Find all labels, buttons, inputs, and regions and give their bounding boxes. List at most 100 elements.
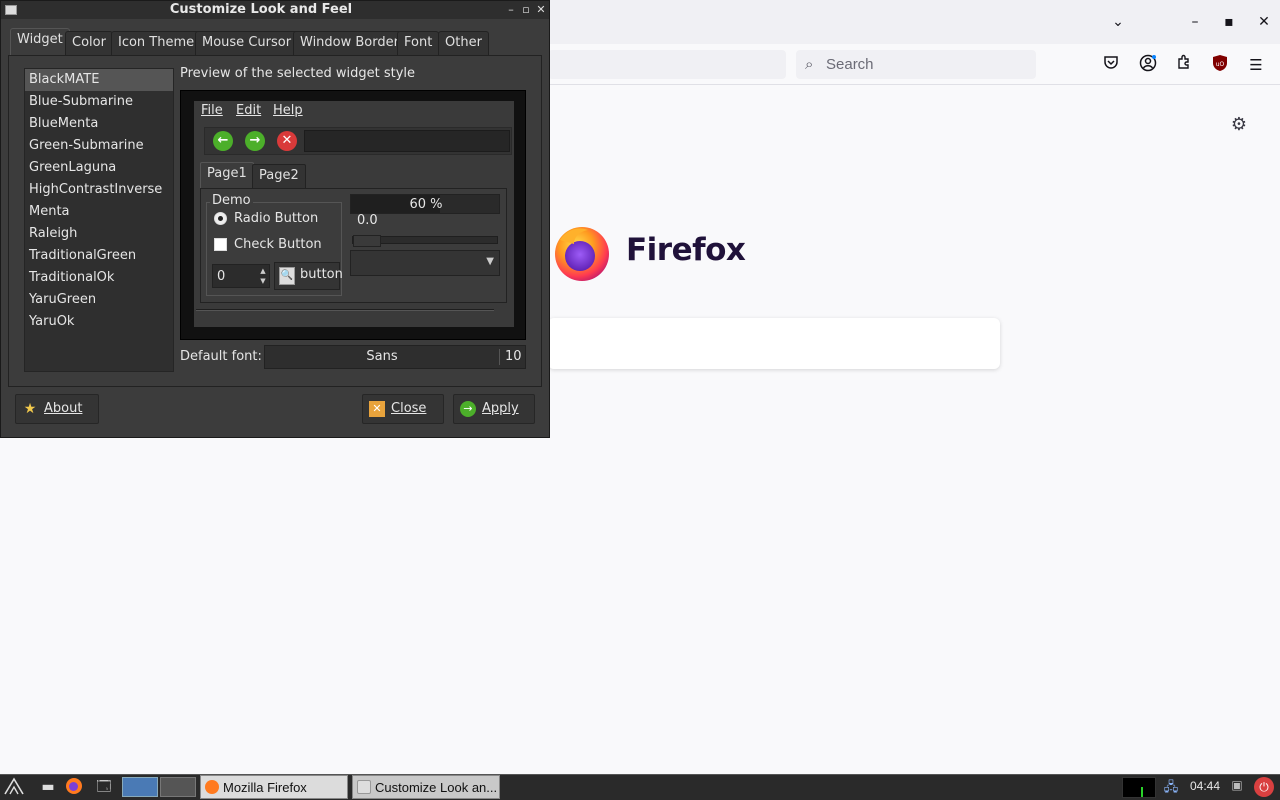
newtab-search-box[interactable] <box>548 318 1000 369</box>
workspace-1-icon[interactable] <box>122 777 158 797</box>
preview-scale-slider[interactable] <box>352 235 498 247</box>
preview-menu-file[interactable]: File <box>201 103 223 118</box>
preview-progress-text: 60 % <box>409 197 443 212</box>
theme-item-greenlaguna[interactable]: GreenLaguna <box>25 157 173 179</box>
firefox-launcher-icon[interactable] <box>64 777 84 797</box>
theme-item-blackmate[interactable]: BlackMATE <box>25 69 173 91</box>
theme-item-highcontrastinverse[interactable]: HighContrastInverse <box>25 179 173 201</box>
spin-up-icon[interactable]: ▲ <box>257 266 269 276</box>
minimize-button[interactable]: – <box>1183 12 1207 32</box>
tab-icon-theme[interactable]: Icon Theme <box>111 31 202 55</box>
preview-radio-button[interactable] <box>214 212 227 225</box>
forward-arrow-icon[interactable]: → <box>245 131 265 151</box>
svg-text:uO: uO <box>1216 61 1225 68</box>
dialog-window-icon <box>357 780 371 794</box>
apply-button[interactable]: → Apply <box>453 394 535 424</box>
preview-radio-label[interactable]: Radio Button <box>234 211 318 226</box>
preview-scale-value: 0.0 <box>357 213 378 228</box>
theme-item-green-submarine[interactable]: Green-Submarine <box>25 135 173 157</box>
theme-item-bluementa[interactable]: BlueMenta <box>25 113 173 135</box>
dialog-title: Customize Look and Feel <box>169 2 353 17</box>
font-name: Sans <box>366 349 398 364</box>
preview-demo-frame-label: Demo <box>210 193 253 208</box>
account-icon[interactable] <box>1137 54 1159 76</box>
tray-app-icon[interactable]: ▣ <box>1228 778 1246 796</box>
task-firefox-label: Mozilla Firefox <box>223 780 307 795</box>
preview-check-button[interactable] <box>214 238 227 251</box>
file-manager-icon[interactable]: 🗔 <box>94 777 114 797</box>
clock[interactable]: 04:44 <box>1190 779 1220 793</box>
close-button[interactable]: ✕ Close <box>362 394 444 424</box>
pocket-icon[interactable] <box>1100 54 1122 76</box>
theme-item-traditionalok[interactable]: TraditionalOk <box>25 267 173 289</box>
close-button-label: Close <box>391 401 427 416</box>
ublock-icon[interactable]: uO <box>1209 54 1231 76</box>
tab-font[interactable]: Font <box>397 31 440 55</box>
widget-theme-list[interactable]: BlackMATE Blue-Submarine BlueMenta Green… <box>24 68 174 372</box>
show-desktop-icon[interactable]: ▬ <box>38 777 58 797</box>
dialog-close-button[interactable]: ✕ <box>534 2 548 18</box>
preview-toolbar-entry[interactable] <box>304 130 510 152</box>
preview-tab-page1[interactable]: Page1 <box>200 162 254 189</box>
list-all-tabs-button[interactable]: ⌄ <box>1106 12 1130 32</box>
default-font-label: Default font: <box>180 349 262 364</box>
preview-button[interactable]: 🔍 button <box>274 262 343 290</box>
extensions-icon[interactable] <box>1173 54 1195 76</box>
theme-item-menta[interactable]: Menta <box>25 201 173 223</box>
cpu-monitor-graph[interactable] <box>1122 777 1156 798</box>
theme-item-yarugreen[interactable]: YaruGreen <box>25 289 173 311</box>
default-font-button[interactable]: Sans 10 <box>264 345 526 369</box>
tab-other[interactable]: Other <box>438 31 489 55</box>
close-window-button[interactable]: ✕ <box>1252 12 1276 32</box>
theme-item-yaruok[interactable]: YaruOk <box>25 311 173 333</box>
preview-button-label: button <box>300 267 343 282</box>
star-icon: ★ <box>23 401 37 417</box>
maximize-button[interactable]: ▪ <box>1217 12 1241 32</box>
tab-color[interactable]: Color <box>65 31 113 55</box>
firefox-wordmark: Firefox <box>626 232 746 268</box>
preview-scale-thumb[interactable] <box>353 235 381 247</box>
power-icon[interactable]: ⏻ <box>1254 777 1274 797</box>
url-bar[interactable] <box>548 50 786 79</box>
task-customize-look[interactable]: Customize Look an... <box>352 775 500 799</box>
preview-progress-bar: 60 % <box>350 194 500 214</box>
back-arrow-icon[interactable]: ← <box>213 131 233 151</box>
menu-icon[interactable]: ☰ <box>1245 54 1267 76</box>
close-icon: ✕ <box>369 401 385 417</box>
theme-item-raleigh[interactable]: Raleigh <box>25 223 173 245</box>
document-icon: 🔍 <box>279 267 295 285</box>
preview-menu-help[interactable]: Help <box>273 103 303 118</box>
workspace-2-icon[interactable] <box>160 777 196 797</box>
task-customize-look-label: Customize Look an... <box>375 780 498 795</box>
tab-widget[interactable]: Widget <box>10 28 70 56</box>
tab-mouse-cursor[interactable]: Mouse Cursor <box>195 31 299 55</box>
search-input[interactable] <box>826 54 1026 75</box>
font-size: 10 <box>505 349 522 364</box>
preview-spin-input[interactable] <box>217 267 253 285</box>
stop-icon[interactable]: ✕ <box>277 131 297 151</box>
search-icon: ⌕ <box>805 55 814 73</box>
preview-menu-edit[interactable]: Edit <box>236 103 261 118</box>
start-menu-icon[interactable] <box>4 777 24 797</box>
network-icon[interactable]: 🖧 <box>1160 778 1182 796</box>
apply-arrow-icon: → <box>460 401 476 417</box>
about-button[interactable]: ★ About <box>15 394 99 424</box>
search-bar[interactable]: ⌕ <box>796 50 1036 79</box>
theme-item-blue-submarine[interactable]: Blue-Submarine <box>25 91 173 113</box>
firefox-icon <box>205 780 219 794</box>
task-firefox[interactable]: Mozilla Firefox <box>200 775 348 799</box>
dialog-maximize-button[interactable]: ▫ <box>519 2 533 18</box>
spin-down-icon[interactable]: ▼ <box>257 276 269 286</box>
apply-button-label: Apply <box>482 401 519 416</box>
dialog-minimize-button[interactable]: – <box>504 2 518 18</box>
preview-check-label[interactable]: Check Button <box>234 237 322 252</box>
tab-window-border[interactable]: Window Border <box>293 31 406 55</box>
preview-spin-button[interactable]: ▲ ▼ <box>212 264 270 288</box>
font-separator <box>499 349 500 365</box>
settings-gear-icon[interactable]: ⚙ <box>1228 114 1250 136</box>
preview-tab-page2[interactable]: Page2 <box>252 164 306 188</box>
preview-combo-box[interactable]: ▼ <box>350 250 500 276</box>
preview-separator <box>196 309 494 311</box>
theme-item-traditionalgreen[interactable]: TraditionalGreen <box>25 245 173 267</box>
firefox-logo <box>550 220 614 284</box>
